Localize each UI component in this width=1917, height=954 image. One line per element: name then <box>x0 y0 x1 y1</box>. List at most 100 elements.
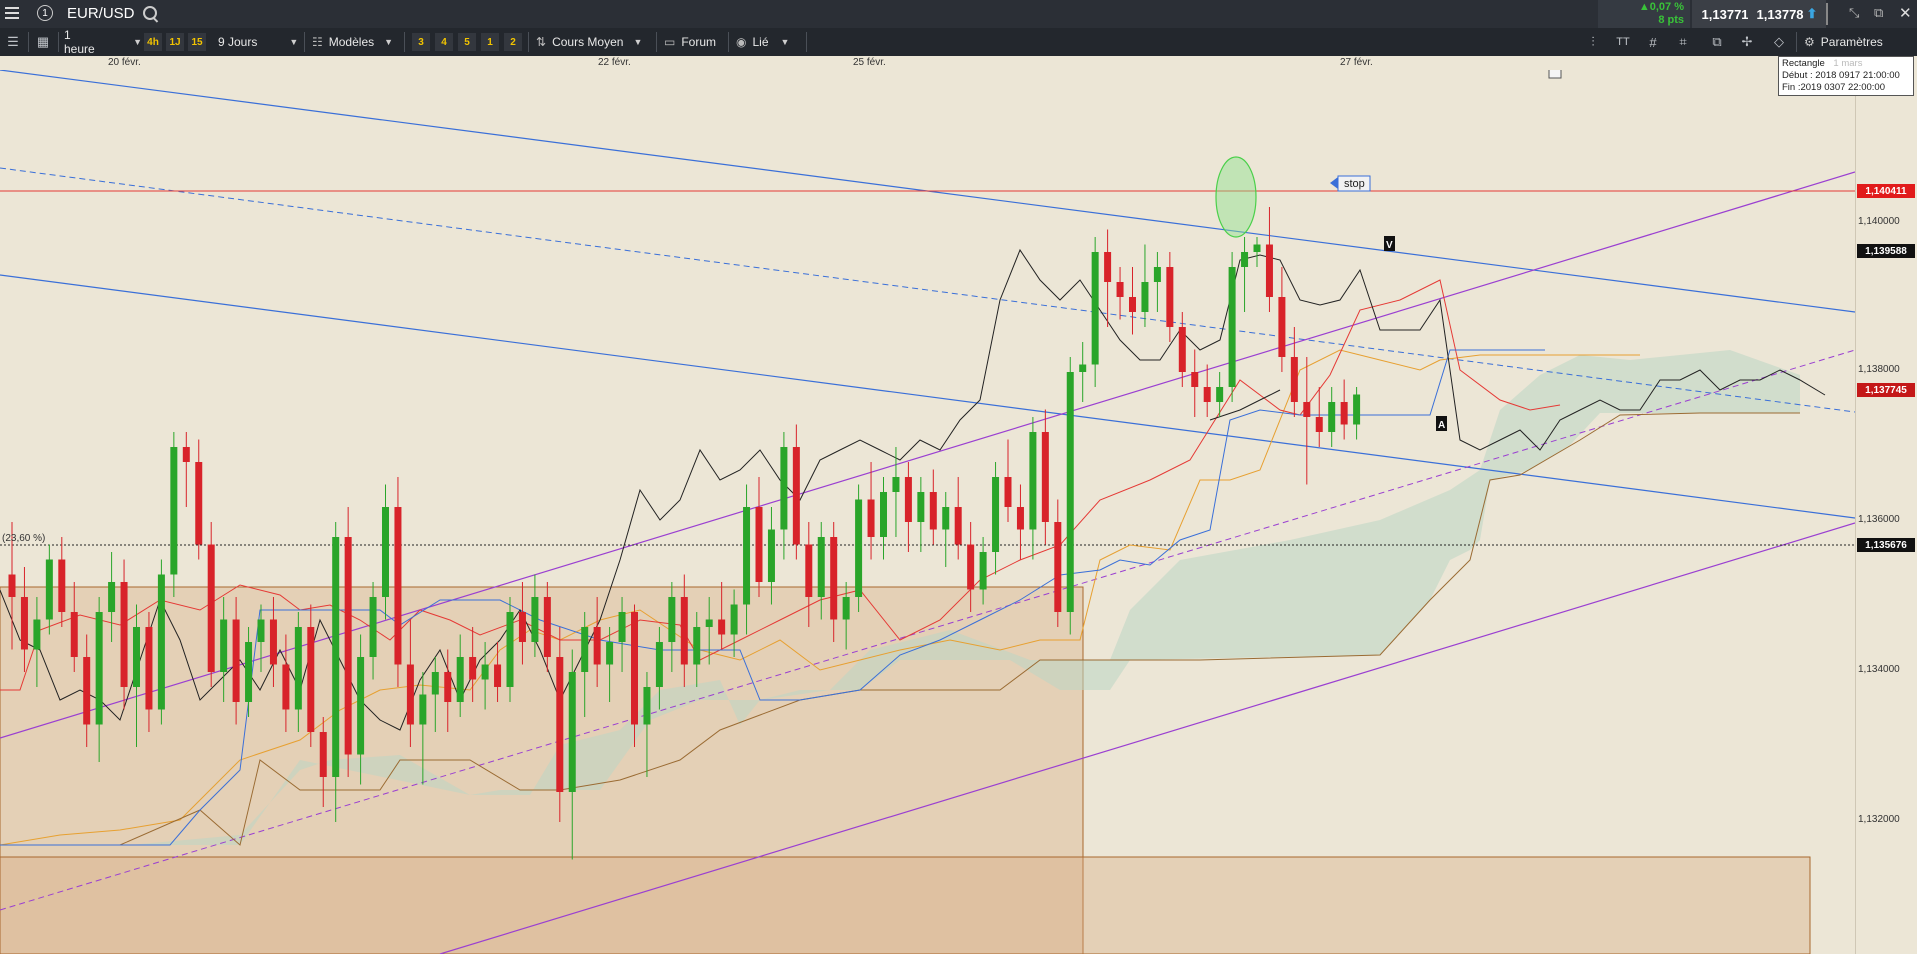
candle-body <box>1303 402 1311 417</box>
candle-body <box>207 544 215 672</box>
text-size-icon[interactable]: TT <box>1614 33 1632 51</box>
gear-icon: ⚙ <box>1804 35 1815 49</box>
popout-icon[interactable]: ⧉ <box>1874 5 1883 21</box>
price-chart[interactable]: stop V A (23,60 %) <box>0 70 1855 954</box>
settings-button[interactable]: ⚙ Paramètres <box>1804 28 1883 56</box>
candle-body <box>531 597 539 642</box>
candle-body <box>1191 372 1199 387</box>
candle-body <box>170 447 178 575</box>
candle-body <box>792 447 800 545</box>
crosshair-icon[interactable]: ✢ <box>1738 33 1756 51</box>
candle-body <box>1328 402 1336 432</box>
candle-body <box>568 672 576 792</box>
chevron-down-icon: ▼ <box>780 37 790 47</box>
x-tick-label: 27 févr. <box>1340 57 1373 68</box>
candle-body <box>830 537 838 620</box>
close-icon[interactable]: ✕ <box>1899 4 1912 22</box>
candle-body <box>880 492 887 537</box>
candle-body <box>904 477 912 522</box>
candle-body <box>1203 387 1211 402</box>
candle-body <box>406 664 414 725</box>
sell-price: 1,13771 <box>1701 6 1749 22</box>
candle-body <box>743 507 751 605</box>
candle-body <box>643 687 651 725</box>
rectangle-zone <box>0 856 1811 954</box>
layout-1[interactable]: 1 <box>481 33 499 51</box>
candle-body <box>58 559 66 612</box>
y-tick-label: 1,134000 <box>1858 664 1900 675</box>
candle-body <box>182 447 190 462</box>
change-box: ▲0,07 % 8 pts <box>1598 0 1690 28</box>
candle-body <box>705 619 713 627</box>
candle-body <box>45 559 53 620</box>
candle-body <box>1265 244 1273 297</box>
candle-body <box>145 627 153 710</box>
candle-body <box>369 597 377 657</box>
candle-body <box>33 619 41 650</box>
stop-flag-arrow <box>1330 177 1338 189</box>
templates-label: Modèles <box>328 35 375 49</box>
quick-frame-15[interactable]: 15 <box>188 33 206 51</box>
candle-body <box>892 477 900 492</box>
candle-body <box>992 477 1000 552</box>
candle-body <box>70 612 78 657</box>
stop-flag-label: stop <box>1344 178 1365 190</box>
templates-menu[interactable]: ☷ Modèles ▼ <box>312 28 393 56</box>
search-icon[interactable] <box>143 6 159 23</box>
candle-body <box>1153 267 1161 282</box>
candle-body <box>979 552 987 590</box>
layout-4[interactable]: 4 <box>435 33 453 51</box>
layout-5[interactable]: 5 <box>458 33 476 51</box>
candle-body <box>319 732 327 777</box>
candle-body <box>693 627 701 665</box>
eraser-icon[interactable]: ◇ <box>1770 33 1788 51</box>
minimize-icon[interactable]: ⤡ <box>1849 5 1859 21</box>
candle-body <box>1141 282 1149 312</box>
candle-body <box>220 619 228 672</box>
candle-body <box>967 544 975 590</box>
candle-body <box>917 492 925 522</box>
scroll-icon[interactable] <box>1826 3 1838 25</box>
alert-count-badge[interactable]: 1 <box>37 5 53 21</box>
candle-body <box>8 574 16 597</box>
candle-body <box>456 657 464 702</box>
info-end: Fin :2019 0307 22:00:00 <box>1782 82 1886 93</box>
quick-frame-4h[interactable]: 4h <box>144 33 162 51</box>
chat-icon: ▭ <box>664 35 676 49</box>
window-controls: ⤡ ⧉ ✕ <box>1826 0 1917 28</box>
quick-frame-1j[interactable]: 1J <box>166 33 184 51</box>
y-tick-label: 1,138000 <box>1858 364 1900 375</box>
candle-body <box>631 612 638 725</box>
instrument-title[interactable]: EUR/USD <box>67 5 135 22</box>
compare-icon[interactable]: ⧉ <box>1708 33 1726 51</box>
candle-body <box>245 642 253 702</box>
layout-grid-icon[interactable]: ▦ <box>34 33 52 51</box>
candle-body <box>618 612 626 642</box>
menu-icon[interactable] <box>5 6 19 20</box>
grid-icon[interactable]: # <box>1644 33 1662 51</box>
list-icon[interactable]: ☰ <box>4 33 22 51</box>
candle-body <box>606 642 614 665</box>
candle-body <box>1178 327 1186 372</box>
price-mode-select[interactable]: ⇅ Cours Moyen ▼ <box>536 28 642 56</box>
info-title: Rectangle <box>1782 58 1825 69</box>
drawing-tools-icon[interactable]: ⌗ <box>1674 33 1692 51</box>
price-mode-label: Cours Moyen <box>552 35 624 49</box>
linked-select[interactable]: ◉ Lié ▼ <box>736 28 789 56</box>
candle-body <box>307 627 315 732</box>
layout-2[interactable]: 2 <box>504 33 522 51</box>
candle-body <box>593 627 601 665</box>
candle-body <box>494 664 502 687</box>
candle-body <box>257 619 265 642</box>
candle-body <box>133 627 140 687</box>
y-tick-label: 1,140000 <box>1858 216 1900 227</box>
layout-3[interactable]: 3 <box>412 33 430 51</box>
indicators-icon[interactable]: ⫶ <box>1584 33 1602 51</box>
x-tick-label: 20 févr. <box>108 57 141 68</box>
change-percent: ▲0,07 % <box>1638 1 1684 13</box>
forum-button[interactable]: ▭ Forum <box>664 28 716 56</box>
chart-toolbar: ☰ ▦ 1 heure ▼ 4h 1J 15 9 Jours ▼ ☷ Modèl… <box>0 28 1917 56</box>
buy-quote-button[interactable]: 1,13778 ⬆ <box>1748 0 1826 28</box>
range-select[interactable]: 9 Jours ▼ <box>218 28 300 56</box>
timeframe-select[interactable]: 1 heure ▼ <box>64 28 142 56</box>
